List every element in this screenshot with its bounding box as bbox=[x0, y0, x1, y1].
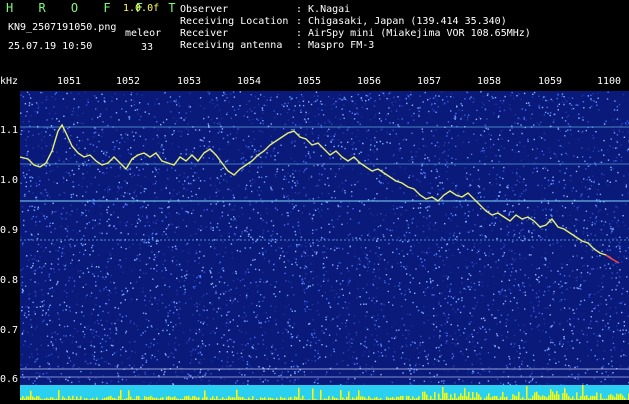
y-tick: 1.1 bbox=[0, 125, 18, 136]
y-tick: 0.8 bbox=[0, 275, 18, 286]
doppler-trace bbox=[20, 125, 612, 259]
field-value-location: : Chigasaki, Japan (139.414 35.340) bbox=[296, 16, 507, 28]
bottom-strip-canvas bbox=[20, 385, 629, 400]
x-tick: 1058 bbox=[477, 76, 501, 87]
x-tick: 1056 bbox=[357, 76, 381, 87]
filename: KN9_2507191050.png bbox=[8, 22, 116, 34]
x-tick: 1057 bbox=[417, 76, 441, 87]
field-value-receiver: : AirSpy mini (Miakejima VOR 108.65MHz) bbox=[296, 28, 531, 40]
x-tick: 1055 bbox=[297, 76, 321, 87]
bottom-strip bbox=[20, 385, 629, 400]
y-tick: 0.6 bbox=[0, 374, 18, 385]
x-tick: 1053 bbox=[177, 76, 201, 87]
spectrogram-canvas bbox=[20, 91, 629, 385]
x-tick: 1052 bbox=[116, 76, 140, 87]
x-axis: 1051 1052 1053 1054 1055 1056 1057 1058 … bbox=[20, 76, 629, 91]
x-tick: 1100 bbox=[597, 76, 621, 87]
x-tick: 1054 bbox=[237, 76, 261, 87]
doppler-trace-end bbox=[606, 255, 619, 263]
version-label: 1.0.0f bbox=[123, 3, 159, 15]
field-value-observer: : K.Nagai bbox=[296, 4, 350, 16]
field-label-location: Receiving Location bbox=[180, 16, 288, 28]
datetime: 25.07.19 10:50 bbox=[8, 41, 92, 53]
field-label-observer: Observer bbox=[180, 4, 228, 16]
y-tick: 0.9 bbox=[0, 225, 18, 236]
field-label-antenna: Receiving antenna bbox=[180, 40, 282, 52]
spectrogram bbox=[20, 91, 629, 385]
field-label-receiver: Receiver bbox=[180, 28, 228, 40]
count-value: 33 bbox=[141, 42, 153, 54]
x-tick: 1051 bbox=[57, 76, 81, 87]
x-tick: 1059 bbox=[538, 76, 562, 87]
noise-layer bbox=[20, 91, 629, 385]
y-axis-unit: kHz bbox=[0, 76, 18, 87]
y-tick: 0.7 bbox=[0, 325, 18, 336]
y-tick: 1.0 bbox=[0, 175, 18, 186]
field-value-antenna: : Maspro FM-3 bbox=[296, 40, 374, 52]
mode-label: meleor bbox=[125, 28, 161, 40]
